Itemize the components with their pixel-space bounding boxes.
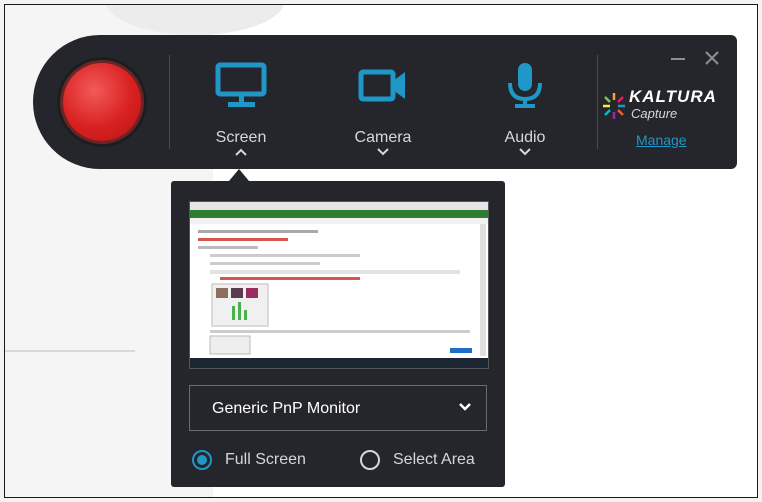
screen-source-button[interactable]: Screen: [181, 61, 301, 156]
monitor-select[interactable]: Generic PnP Monitor: [189, 385, 487, 431]
microphone-icon: [508, 63, 542, 108]
close-button[interactable]: [703, 49, 721, 67]
brand-name: KALTURA: [629, 87, 717, 106]
chevron-up-icon: [235, 148, 247, 156]
screen-source-label: Screen: [215, 129, 267, 146]
toolbar-divider-left: [169, 55, 170, 149]
audio-source-label: Audio: [504, 129, 546, 146]
app-window: Screen Camera Audio KALTURA Capture Mana…: [4, 4, 758, 498]
close-icon: [705, 51, 719, 65]
chevron-down-icon: [459, 403, 471, 411]
brand-product: Capture: [631, 106, 678, 121]
dropdown-caret: [229, 169, 249, 181]
audio-source-button[interactable]: Audio: [465, 61, 585, 156]
camera-source-button[interactable]: Camera: [323, 61, 443, 156]
minimize-icon: [670, 58, 685, 60]
radio-unchecked-icon: [360, 450, 380, 470]
full-screen-label: Full Screen: [225, 451, 306, 468]
select-area-label: Select Area: [393, 451, 475, 468]
background-divider: [5, 350, 135, 352]
screen-preview-thumbnail: [189, 201, 489, 369]
radio-checked-icon: [192, 450, 212, 470]
manage-link[interactable]: Manage: [636, 132, 687, 148]
video-camera-icon: [358, 69, 405, 102]
monitor-icon: [215, 62, 267, 107]
chevron-down-icon: [519, 148, 531, 156]
toolbar-divider-right: [597, 55, 598, 149]
kaltura-burst-icon: [603, 93, 625, 119]
chevron-down-icon: [377, 148, 389, 156]
screen-options-panel: Generic PnP Monitor Full Screen Select A…: [171, 181, 505, 487]
monitor-select-value: Generic PnP Monitor: [212, 400, 361, 417]
camera-source-label: Camera: [354, 129, 412, 146]
minimize-button[interactable]: [669, 49, 687, 67]
record-button[interactable]: [63, 63, 141, 141]
capture-toolbar: Screen Camera Audio KALTURA Capture Mana…: [33, 35, 737, 169]
window-controls: [657, 49, 721, 67]
screen-preview-image: [190, 202, 488, 368]
